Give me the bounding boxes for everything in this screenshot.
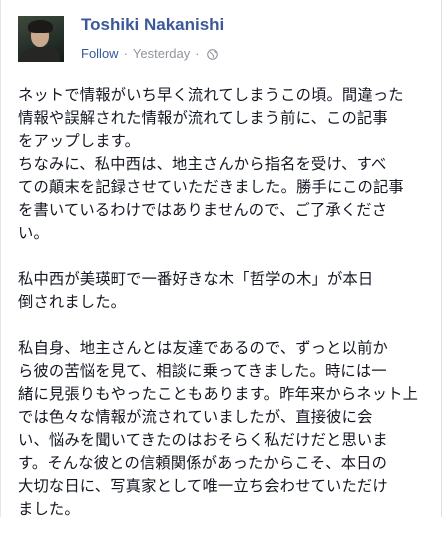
post-line: ました。	[18, 500, 80, 518]
post-line: ての顛末を記録させていただきました。勝手にこの記事	[18, 178, 404, 196]
post-paragraph: 私自身、地主さんとは友達であるので、ずっと以前か ら彼の苦悩を見て、相談に乗って…	[18, 337, 432, 521]
post-line: い。	[18, 224, 49, 242]
post-line: 緒に見張りもやったこともあります。昨年来からネット上	[18, 385, 419, 403]
post-line: 倒されました。	[18, 293, 127, 311]
follow-link[interactable]: Follow	[81, 46, 119, 62]
post-text: ネットで情報がいち早く流れてしまうこの頃。間違った 情報や誤解された情報が流れて…	[18, 84, 432, 544]
meta-separator: ·	[123, 46, 128, 61]
post-line: をアップします。	[18, 132, 141, 150]
author-avatar[interactable]	[18, 16, 64, 62]
avatar-body-shape	[22, 47, 60, 62]
post-line: 大切な日に、写真家として唯一立ち会わせていただけ	[18, 477, 388, 495]
post-meta: Follow · Yesterday ·	[81, 46, 218, 62]
post-line: ら彼の苦悩を見て、相談に乗ってきました。時には一	[18, 362, 387, 380]
post-line: を書いているわけではありませんので、ご了承くださ	[18, 201, 388, 219]
post-line: では色々な情報が流されていましたが、直接彼に会	[18, 408, 373, 426]
meta-separator: ·	[195, 46, 200, 61]
post-paragraph: 私中西が美瑛町で一番好きな木「哲学の木」が本日 倒されました。	[18, 268, 432, 314]
post-line: 私自身、地主さんとは友達であるので、ずっと以前か	[18, 339, 388, 357]
post-line: ちなみに、私中西は、地主さんから指名を受け、すべ	[18, 155, 387, 173]
globe-icon[interactable]	[206, 48, 218, 60]
post-line: す。そんな彼との信頼関係があったからこそ、本日の	[18, 454, 388, 472]
post-line: い、悩みを聞いてきたのはおそらく私だけだと思いま	[18, 431, 388, 449]
post-line: ネットで情報がいち早く流れてしまうこの頃。間違った	[18, 86, 404, 104]
post-timestamp-link[interactable]: Yesterday	[133, 46, 190, 62]
post-line: 情報や誤解された情報が流れてしまう前に、この記事	[18, 109, 388, 127]
post-card: Toshiki Nakanishi Follow · Yesterday · ネ…	[0, 0, 442, 518]
avatar-hair-shape	[28, 20, 53, 33]
post-paragraph: ネットで情報がいち早く流れてしまうこの頃。間違った 情報や誤解された情報が流れて…	[18, 84, 432, 245]
post-line: 私中西が美瑛町で一番好きな木「哲学の木」が本日	[18, 270, 374, 288]
author-name-link[interactable]: Toshiki Nakanishi	[81, 15, 224, 35]
